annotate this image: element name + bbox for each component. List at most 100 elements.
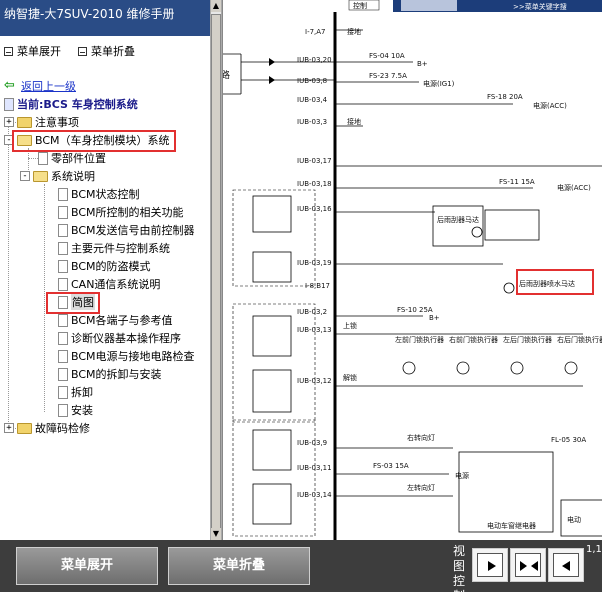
collapse-button[interactable]: 菜单折叠 [168, 547, 310, 585]
connector-label: IUB-03,13 [297, 326, 332, 334]
tree-leaf-label: 主要元件与控制系统 [71, 242, 170, 255]
lock-label: 上锁 [343, 321, 357, 330]
fuse-label: FS-23 7.5A [369, 72, 407, 80]
tree-leaf[interactable]: BCM的防盗模式 [58, 258, 151, 274]
connector-label: IUB-03,16 [297, 205, 332, 213]
page-number: 1,1 [586, 544, 602, 555]
tree-item-system-desc[interactable]: - 系统说明 [20, 168, 95, 184]
actuator-label: 左后门锁执行器 [503, 335, 552, 344]
scroll-thumb[interactable] [211, 14, 221, 534]
tree-leaf[interactable]: BCM发送信号由前控制器 [58, 222, 195, 238]
view-next-button[interactable] [472, 548, 508, 582]
actuator-label: 右前门锁执行器 [449, 335, 498, 344]
connector-label: IUB-03,14 [297, 491, 332, 499]
connector-label: IUB-03,19 [297, 259, 332, 267]
tree-leaf[interactable]: BCM所控制的相关功能 [58, 204, 184, 220]
tree-leaf[interactable]: 诊断仪器基本操作程序 [58, 330, 181, 346]
connector-label: IUB-03,20 [297, 56, 332, 64]
tree-leaf[interactable]: CAN通信系统说明 [58, 276, 160, 292]
tree-leaf[interactable]: 拆卸 [58, 384, 93, 400]
tree-leaf[interactable]: BCM的拆卸与安装 [58, 366, 162, 382]
tree-leaf-label: BCM的防盗模式 [71, 260, 151, 273]
tree-leaf-label: 诊断仪器基本操作程序 [71, 332, 181, 345]
collapse-icon [78, 46, 87, 56]
doc-icon [58, 259, 68, 273]
scroll-down-icon[interactable]: ▼ [211, 528, 221, 540]
doc-icon [58, 205, 68, 219]
doc-icon [58, 403, 68, 417]
connector-label: IUB-03,18 [297, 180, 332, 188]
back-arrow-icon: ⇦ [4, 78, 15, 93]
folder-icon [17, 422, 32, 434]
fuse-label: FL-05 30A [551, 436, 586, 444]
doc-icon [58, 187, 68, 201]
power-label: 电源 [455, 471, 469, 480]
scroll-up-icon[interactable]: ▲ [211, 0, 221, 12]
bplus-label: B+ [417, 60, 428, 68]
expand-icon [4, 46, 13, 56]
tree-item-dtc[interactable]: + 故障码检修 [4, 420, 90, 436]
menu-expand-link[interactable]: 菜单展开 [4, 43, 61, 59]
wiring-diagram: >>菜单关键字搜 控制 路 I-7,A7 IUB-03,20 IUB-03,8 … [222, 0, 602, 540]
tree-leaf-label: BCM所控制的相关功能 [71, 206, 184, 219]
fuse-label: FS-04 10A [369, 52, 405, 60]
doc-icon [58, 223, 68, 237]
tree-item-notes[interactable]: + 注意事项 [4, 114, 79, 130]
left-turn-label: 左转向灯 [407, 483, 435, 492]
connector-label: IUB-03,12 [297, 377, 332, 385]
fuse-label: FS-11 15A [499, 178, 535, 186]
current-label: 当前:BCS 车身控制系统 [17, 98, 138, 111]
tree-leaf-label: 拆卸 [71, 386, 93, 399]
expand-button[interactable]: 菜单展开 [16, 547, 158, 585]
connector-label: IUB-03,17 [297, 157, 332, 165]
doc-icon [38, 151, 48, 165]
tree-item-system-desc-label: 系统说明 [51, 170, 95, 183]
tree-leaf[interactable]: BCM状态控制 [58, 186, 140, 202]
view-center-button[interactable] [510, 548, 546, 582]
fuse-label: FS-10 25A [397, 306, 433, 314]
tree-leaf[interactable]: BCM电源与接地电路检查 [58, 348, 195, 364]
left-panel: 纳智捷-大7SUV-2010 维修手册 菜单展开 菜单折叠 ⇦ 返回上一级 当前… [0, 0, 210, 540]
tree-leaf-label: BCM发送信号由前控制器 [71, 224, 195, 237]
arrow-right-icon [488, 561, 496, 571]
doc-icon [58, 241, 68, 255]
tree-leaf-label: BCM的拆卸与安装 [71, 368, 162, 381]
washer-motor-label: 后雨刮器喷水马达 [519, 279, 575, 288]
actuator-label: 右后门锁执行器 [557, 335, 602, 344]
menu-collapse-link[interactable]: 菜单折叠 [78, 43, 135, 59]
tree-leaf-label: BCM各端子与参考值 [71, 314, 173, 327]
folder-icon [17, 116, 32, 128]
tree-item-dtc-label: 故障码检修 [35, 422, 90, 435]
menu-expand-label: 菜单展开 [17, 45, 61, 58]
tree-leaf-label: 安装 [71, 404, 93, 417]
top-banner-text: >>菜单关键字搜 [513, 2, 567, 11]
connector-label: I-8,B17 [305, 282, 330, 290]
doc-icon [58, 367, 68, 381]
tree-leaf-label: CAN通信系统说明 [71, 278, 161, 291]
unlock-label: 解锁 [343, 373, 357, 382]
banner-image [401, 0, 457, 11]
wiper-motor-label: 后雨刮器马达 [437, 215, 479, 224]
bplus-label-2: B+ [429, 314, 440, 322]
wiring-diagram-svg: >>菜单关键字搜 控制 路 I-7,A7 IUB-03,20 IUB-03,8 … [223, 0, 602, 540]
connector-label: IUB-03,11 [297, 464, 332, 472]
connector-label: IUB-03,9 [297, 439, 327, 447]
fuse-label: FS-03 15A [373, 462, 409, 470]
book-icon [4, 97, 14, 111]
doc-icon [58, 277, 68, 291]
right-turn-label: 右转向灯 [407, 433, 435, 442]
window2-label: 电动 [567, 515, 581, 524]
connector-label: I-7,A7 [305, 28, 326, 36]
tree-item-parts[interactable]: 零部件位置 [38, 150, 106, 166]
connector-label: IUB-03,4 [297, 96, 328, 104]
tree-leaf[interactable]: BCM各端子与参考值 [58, 312, 173, 328]
current-node: 当前:BCS 车身控制系统 [4, 96, 138, 112]
ig1-label: 电源(IG1) [423, 79, 455, 88]
ground-label: 接地 [347, 27, 361, 36]
view-prev-button[interactable] [548, 548, 584, 582]
tree-leaf[interactable]: 主要元件与控制系统 [58, 240, 170, 256]
back-label: 返回上一级 [21, 80, 76, 93]
back-link[interactable]: ⇦ 返回上一级 [4, 78, 76, 94]
tree-scrollbar[interactable]: ▲ ▼ [210, 0, 222, 540]
tree-leaf[interactable]: 安装 [58, 402, 93, 418]
